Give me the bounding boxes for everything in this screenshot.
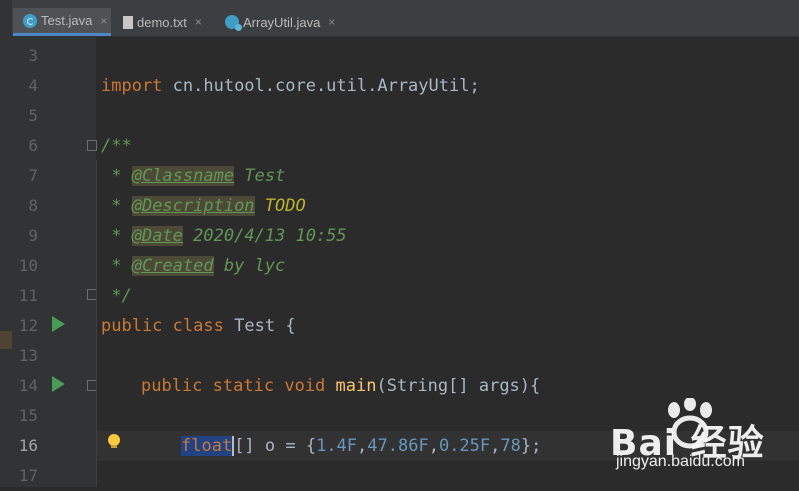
- number-literal: 0.25F: [438, 436, 491, 456]
- comma: ,: [428, 436, 439, 456]
- javadoc-star: *: [101, 196, 132, 216]
- code-text: [] o = {: [234, 436, 317, 456]
- keyword: void: [284, 376, 326, 396]
- line-number: 11: [18, 286, 38, 305]
- code-text: cn.hutool.core.util.ArrayUtil;: [162, 76, 480, 96]
- line-number: 5: [28, 106, 38, 125]
- method-params: (String[] args){: [376, 376, 541, 396]
- line-number: 7: [28, 166, 38, 185]
- javadoc-text: 2020/4/13 10:55: [182, 226, 347, 246]
- javadoc-tag: @Created: [131, 256, 214, 276]
- code-line-main: public static void main(String[] args){: [141, 371, 540, 401]
- javadoc-line: * @Description TODO: [101, 191, 306, 221]
- text-file-icon: [123, 15, 133, 29]
- javadoc-tag: @Description: [131, 196, 255, 216]
- javadoc-start: /**: [101, 136, 132, 156]
- tab-test-java[interactable]: Test.java ×: [13, 8, 111, 36]
- comma: ,: [357, 436, 368, 456]
- number-literal: 47.86F: [367, 436, 429, 456]
- run-gutter-icon[interactable]: [52, 376, 65, 392]
- tab-bar-edge: [0, 0, 12, 36]
- code-line-class: public class Test {: [101, 311, 296, 341]
- java-class-icon: [23, 13, 37, 28]
- fold-marker-icon[interactable]: [87, 140, 97, 151]
- line-number: 10: [18, 256, 38, 275]
- keyword: public: [101, 316, 163, 336]
- line-number: 4: [28, 76, 38, 95]
- line-number: 15: [18, 406, 38, 425]
- close-tab-icon[interactable]: ×: [100, 14, 107, 28]
- editor-tab-bar: Test.java × demo.txt × ArrayUtil.java ×: [0, 0, 799, 37]
- javadoc-tag: @Date: [131, 226, 183, 246]
- javadoc-text: Test: [234, 166, 286, 186]
- line-number: 3: [28, 46, 38, 65]
- tab-label: ArrayUtil.java: [243, 14, 321, 30]
- keyword: import: [101, 76, 163, 96]
- javadoc-line: * @Date 2020/4/13 10:55: [101, 221, 347, 251]
- number-literal: 78: [500, 436, 521, 456]
- number-literal: 1.4F: [316, 436, 358, 456]
- keyword: class: [172, 316, 224, 336]
- method-name: main: [335, 376, 377, 396]
- line-number: 9: [28, 226, 38, 245]
- class-name: Test: [234, 316, 276, 336]
- javadoc-line: * @Classname Test: [101, 161, 285, 191]
- line-number-current: 16: [18, 436, 38, 455]
- tab-label: demo.txt: [137, 14, 187, 30]
- line-number: 8: [28, 196, 38, 215]
- watermark-url: jingyan.baidu.com: [616, 453, 745, 470]
- line-number: 12: [18, 316, 38, 335]
- tab-label: Test.java: [41, 13, 93, 28]
- code-line-array: float[] o = {1.4F,47.86F,0.25F,78};: [181, 431, 541, 461]
- keyword: public: [141, 376, 203, 396]
- keyword: static: [212, 376, 275, 396]
- javadoc-line: * @Created by lyc: [101, 251, 285, 281]
- close-tab-icon[interactable]: ×: [195, 15, 202, 29]
- run-gutter-icon[interactable]: [52, 316, 65, 332]
- javadoc-star: *: [101, 256, 132, 276]
- tab-demo-txt[interactable]: demo.txt ×: [113, 8, 213, 36]
- todo-text: TODO: [254, 196, 306, 216]
- lightbulb-icon[interactable]: [108, 434, 120, 448]
- line-number: 14: [18, 376, 38, 395]
- javadoc-star: *: [101, 226, 132, 246]
- brace: {: [285, 316, 296, 336]
- close-tab-icon[interactable]: ×: [328, 15, 335, 29]
- library-class-icon: [225, 15, 242, 31]
- baidu-jingyan-watermark: Bai 经验 jingyan.baidu.com: [610, 398, 795, 476]
- code-text: };: [520, 436, 542, 456]
- selected-keyword: float: [181, 436, 233, 456]
- indent-guide: [96, 160, 97, 487]
- javadoc-text: by lyc: [213, 256, 286, 276]
- javadoc-tag: @Classname: [131, 166, 235, 186]
- line-number: 6: [28, 136, 38, 155]
- comma: ,: [490, 436, 501, 456]
- line-number: 13: [18, 346, 38, 365]
- code-line-import: import cn.hutool.core.util.ArrayUtil;: [101, 71, 480, 101]
- tab-arrayutil-java[interactable]: ArrayUtil.java ×: [215, 8, 339, 36]
- javadoc-end: */: [101, 286, 132, 306]
- javadoc-star: *: [101, 166, 132, 186]
